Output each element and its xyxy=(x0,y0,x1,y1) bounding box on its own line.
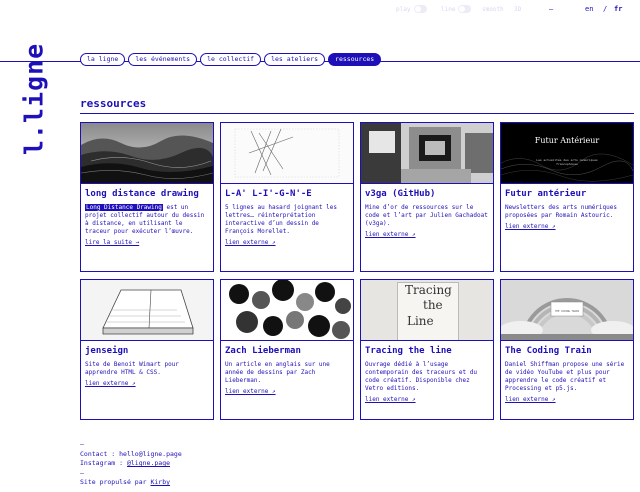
footer-contact: Contact : hello@ligne.page xyxy=(80,450,182,460)
card-thumbnail xyxy=(221,280,353,341)
resource-card[interactable]: jenseign Site de Benoit Wimart pour appr… xyxy=(80,279,214,420)
thumb-text-line-1: Tracing xyxy=(405,283,452,297)
external-link[interactable]: lien externe ↗ xyxy=(221,385,353,396)
kirby-link[interactable]: Kirby xyxy=(150,478,170,486)
card-title: Futur antérieur xyxy=(505,189,587,199)
thumb-title: Futur Antérieur xyxy=(534,136,600,145)
card-title: Tracing the line xyxy=(365,346,452,356)
play-toggle-label: play xyxy=(396,6,411,13)
resource-card[interactable]: Tracing the Line Tracing the line Ouvrag… xyxy=(360,279,494,420)
card-thumbnail: THE CODING TRAIN xyxy=(501,280,633,341)
external-link[interactable]: lien externe ↗ xyxy=(81,377,213,388)
card-description: Ouvrage dédié à l’usage contemporain des… xyxy=(365,361,477,392)
title-divider xyxy=(80,113,634,114)
footer-dash: — xyxy=(80,440,84,448)
resources-grid: long distance drawing Long Distance Draw… xyxy=(80,122,635,420)
card-description: Long Distance Drawing est un projet coll… xyxy=(81,200,213,236)
line-toggle[interactable] xyxy=(458,5,471,13)
footer-instagram: Instagram : @ligne.page xyxy=(80,459,182,469)
card-thumbnail xyxy=(361,123,493,184)
contact-email-link[interactable]: hello@ligne.page xyxy=(119,450,182,458)
resource-card[interactable]: THE CODING TRAIN The Coding Train Daniel… xyxy=(500,279,634,420)
card-thumbnail xyxy=(221,123,353,184)
external-link[interactable]: lien externe ↗ xyxy=(221,236,353,247)
card-description: Mine d’or de ressources sur le code et l… xyxy=(365,204,488,227)
powered-label: Site propulsé par xyxy=(80,478,151,486)
top-toolbar: play line smooth 3D — en / fr xyxy=(0,5,640,17)
card-title: jenseign xyxy=(85,346,129,356)
footer-powered: Site propulsé par Kirby xyxy=(80,478,182,488)
lang-en-link[interactable]: en xyxy=(585,5,593,13)
nav-item-ressources[interactable]: ressources xyxy=(328,53,382,66)
resource-card[interactable]: Zach Lieberman Un article en anglais sur… xyxy=(220,279,354,420)
nav-item-evenements[interactable]: les événements xyxy=(128,53,198,66)
resource-card[interactable]: L-A' L-I'-G-N'-E 5 lignes au hasard joig… xyxy=(220,122,354,272)
card-description: 5 lignes au hasard joignant les lettres…… xyxy=(225,204,337,235)
highlight-text: Long Distance Drawing xyxy=(85,204,163,211)
nav-item-ateliers[interactable]: les ateliers xyxy=(264,53,326,66)
site-logo[interactable]: l.ligne xyxy=(19,42,49,154)
card-thumbnail xyxy=(81,123,213,184)
thumb-subtitle: Les actualités des arts numériques franc… xyxy=(536,158,598,166)
3d-option[interactable]: 3D xyxy=(514,6,521,13)
lang-fr-link[interactable]: fr xyxy=(614,5,622,13)
thumb-text-line-2: the xyxy=(423,298,443,312)
external-link[interactable]: lien externe ↗ xyxy=(361,228,493,239)
thumb-text-line-3: Line xyxy=(407,314,434,328)
toolbar-dash: — xyxy=(549,5,554,13)
card-title: v3ga (GitHub) xyxy=(365,189,436,199)
nav-item-collectif[interactable]: le collectif xyxy=(200,53,262,66)
logo-text: l.ligne xyxy=(19,42,49,155)
main-nav: la ligne les événements le collectif les… xyxy=(80,53,382,66)
card-thumbnail: Tracing the Line xyxy=(361,280,493,341)
play-toggle[interactable] xyxy=(414,5,427,13)
card-thumbnail xyxy=(81,280,213,341)
card-title: L-A' L-I'-G-N'-E xyxy=(225,189,312,199)
instagram-link[interactable]: @ligne.page xyxy=(127,459,170,467)
card-title: The Coding Train xyxy=(505,346,592,356)
card-description: Newsletters des arts numériques proposée… xyxy=(505,204,617,219)
read-more-link[interactable]: lire la suite → xyxy=(81,236,213,247)
site-footer: — Contact : hello@ligne.page Instagram :… xyxy=(80,440,182,488)
footer-dash: — xyxy=(80,468,84,477)
lang-separator: / xyxy=(603,5,608,13)
external-link[interactable]: lien externe ↗ xyxy=(501,393,633,404)
contact-label: Contact : xyxy=(80,449,120,458)
resource-card[interactable]: Futur Antérieur Les actualités des arts … xyxy=(500,122,634,272)
card-description: Un article en anglais sur une année de d… xyxy=(225,361,330,384)
instagram-label: Instagram : xyxy=(80,459,127,467)
resource-card[interactable]: long distance drawing Long Distance Draw… xyxy=(80,122,214,272)
thumb-caption: THE CODING TRAIN xyxy=(554,310,580,313)
card-description: Daniel Shiffman propose une série de vid… xyxy=(505,361,625,392)
external-link[interactable]: lien externe ↗ xyxy=(361,393,493,404)
external-link[interactable]: lien externe ↗ xyxy=(501,220,633,231)
card-title: long distance drawing xyxy=(85,189,199,199)
card-title: Zach Lieberman xyxy=(225,346,301,356)
page-title: ressources xyxy=(80,97,147,110)
card-description: Site de Benoit Wimart pour apprendre HTM… xyxy=(85,361,179,376)
line-option[interactable]: line xyxy=(441,6,455,13)
smooth-option[interactable]: smooth xyxy=(482,6,504,13)
card-thumbnail: Futur Antérieur Les actualités des arts … xyxy=(501,123,633,184)
resource-card[interactable]: v3ga (GitHub) Mine d’or de ressources su… xyxy=(360,122,494,272)
nav-item-la-ligne[interactable]: la ligne xyxy=(80,53,126,66)
